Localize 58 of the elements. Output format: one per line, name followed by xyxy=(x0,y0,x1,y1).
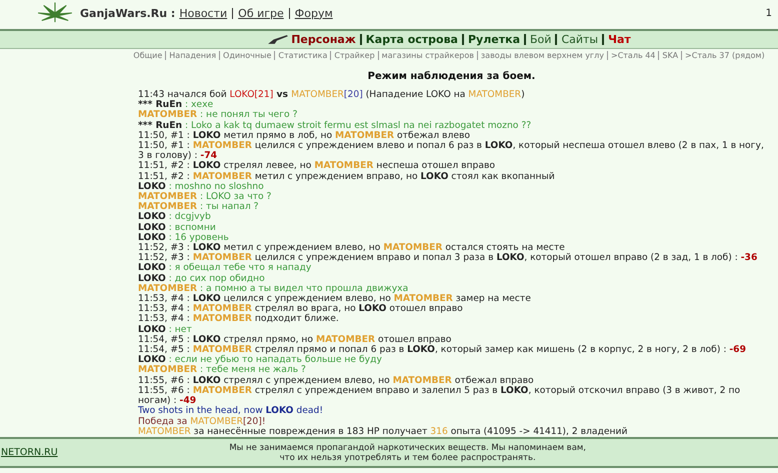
sub-link[interactable]: Страйкер xyxy=(334,51,375,60)
sub-link[interactable]: >Сталь 37 (рядом) xyxy=(685,51,765,60)
nav-link[interactable]: Сайты xyxy=(561,33,598,46)
log-line: LOKO : я обещал тебе что я нападу xyxy=(138,263,312,274)
log-line: Two shots in the head, now LOKO dead! xyxy=(138,406,324,416)
log-line: 11:51, #2 : LOKO стрелял левее, но MATOMBER неспеша отошел вправо xyxy=(138,161,496,172)
log-line: LOKO : если не убью то нападать больше не буду xyxy=(138,355,383,366)
log-line: LOKO : 16 уровень xyxy=(138,232,230,243)
sub-link[interactable]: заводы влевом верхнем углу xyxy=(480,51,604,60)
nav-link[interactable]: Чат xyxy=(608,33,631,46)
log-line: MATOMBER : LOKO за что ? xyxy=(138,192,272,202)
sub-link[interactable]: >Сталь 44 xyxy=(610,51,656,60)
log-line: 11:54, #5 : MATOMBER стрелял прямо и попал 6 раз в LOKO, который замер как мишень (2 в корпус, 2 в ногу, 2 в лоб) : -69 xyxy=(138,345,747,356)
log-line: MATOMBER : а помню а ты видел что прошла движуха xyxy=(138,284,410,294)
nav-link[interactable]: Бой xyxy=(530,33,552,46)
log-line: *** RuEn : хехе xyxy=(138,100,214,110)
log-line: 11:55, #6 : MATOMBER стрелял с упреждением вправо и залепил 5 раз в LOKO, который отскочил вправо (3 в живот, 2 по ногам) : -49 xyxy=(138,386,742,406)
leaf-logo-icon xyxy=(36,2,74,24)
sub-link[interactable]: Общие xyxy=(133,51,162,60)
log-line: 11:52, #3 : LOKO метил с упреждением влево, но MATOMBER остался стоять на месте xyxy=(138,243,565,254)
page-counter: 1 xyxy=(766,8,772,18)
log-line: 11:50, #1 : MATOMBER целился с упреждением влево и попал 6 раз в LOKO, который неспеша отошел влево (2 в пах, 1 в ногу, 3 в голову) : -74 xyxy=(138,141,765,162)
log-line: Победа за MATOMBER[20]! xyxy=(138,416,266,427)
header-link[interactable]: Новости xyxy=(179,6,228,20)
log-line: 11:53, #4 : MATOMBER стрелял во врага, но LOKO отошел вправо xyxy=(138,304,464,314)
header-link[interactable]: Об игре xyxy=(238,6,284,20)
rifle-icon xyxy=(267,34,290,45)
sub-link[interactable]: Нападения xyxy=(169,51,216,60)
nav-link[interactable]: Персонаж xyxy=(291,33,356,46)
log-line: 11:55, #6 : LOKO стрелял с упреждением влево, но MATOMBER отбежал вправо xyxy=(138,376,535,386)
sub-link[interactable]: магазины страйкеров xyxy=(382,51,474,60)
log-line: 11:53, #4 : MATOMBER подходит ближе. xyxy=(138,314,340,325)
log-line: MATOMBER : тебе меня не жаль ? xyxy=(138,365,307,376)
log-line: 11:50, #1 : LOKO метил прямо в лоб, но MATOMBER отбежал влево xyxy=(138,130,470,141)
sub-link[interactable]: Статистика xyxy=(278,51,328,60)
site-name: GanjaWars.Ru : xyxy=(80,6,176,20)
sub-link[interactable]: Одиночные xyxy=(223,51,272,60)
log-line: *** RuEn : Loko a kak tq dumaew stroit fermu est slmasl na nei razbogatet mozno ?? xyxy=(138,120,532,131)
log-line: MATOMBER : не понял ты чего ? xyxy=(138,110,298,121)
log-line: MATOMBER за нанесённые повреждения в 183 HP получает 316 опыта (41095 -> 41411), 2 владений xyxy=(138,426,628,437)
log-line: LOKO : moshno no sloshno xyxy=(138,182,265,192)
log-line: 11:53, #4 : LOKO целился с упреждением влево, но MATOMBER замер на месте xyxy=(138,294,532,304)
disclaimer-text: Мы не занимаемся пропагандой наркотических веществ. Мы напоминаем вам, что их нельзя употреблять и тем более распространять. xyxy=(228,442,588,462)
log-line: LOKO : нет xyxy=(138,324,193,335)
log-line: 11:51, #2 : MATOMBER метил с упреждением вправо, но LOKO стоял как вкопанный xyxy=(138,172,556,182)
log-line: LOKO : dcgjvyb xyxy=(138,212,212,223)
log-line: MATOMBER : ты напал ? xyxy=(138,202,260,212)
log-line: 11:52, #3 : MATOMBER целился с упреждением вправо и попал 3 раза в LOKO, который отошел вправо (2 в зад, 1 в лоб) : -36 xyxy=(138,253,758,264)
footer-link[interactable]: NETORN.RU xyxy=(1,447,58,458)
log-line: 11:54, #5 : LOKO стрелял прямо, но MATOMBER отошел вправо xyxy=(138,334,452,345)
log-line: LOKO : вспомни xyxy=(138,222,217,233)
log-line: LOKO : до сих пор обидно xyxy=(138,274,266,284)
log-line: 11:43 начался бой LOKO[21] vs MATOMBER[20] (Нападение LOKO на MATOMBER) xyxy=(138,90,526,100)
nav-link[interactable]: Рулетка xyxy=(468,33,520,46)
nav-link[interactable]: Карта острова xyxy=(366,33,458,46)
sub-link[interactable]: SKA xyxy=(662,51,678,60)
header-link[interactable]: Форум xyxy=(294,6,333,20)
page-title: Режим наблюдения за боем. xyxy=(366,71,536,82)
